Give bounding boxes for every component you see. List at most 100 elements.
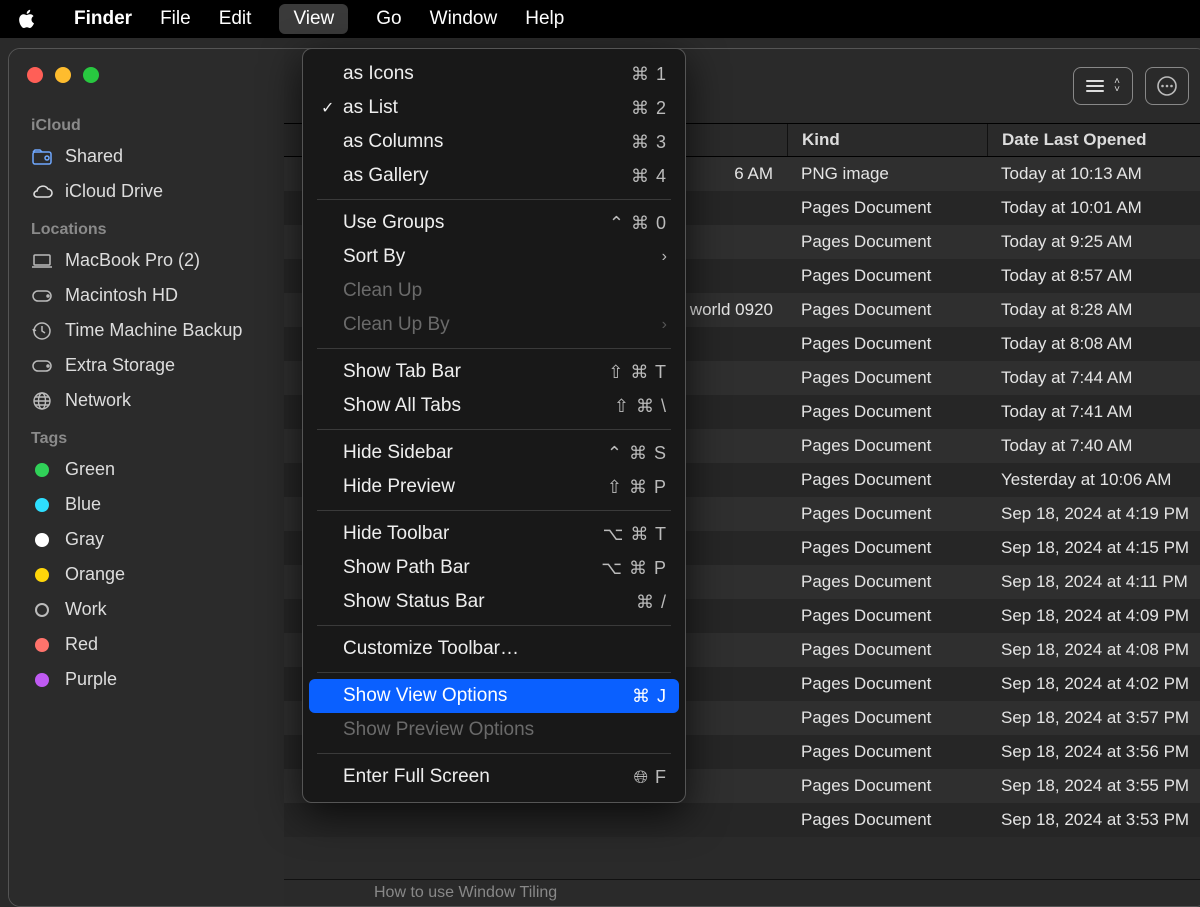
cell-kind: Pages Document [787,504,987,524]
sidebar-item-shared[interactable]: Shared [9,139,284,174]
menu-item-label: Customize Toolbar… [343,638,667,660]
cell-opened: Today at 9:25 AM [987,232,1200,252]
menu-item-label: as Gallery [343,165,631,187]
cell-opened: Today at 8:57 AM [987,266,1200,286]
more-button[interactable] [1145,67,1189,105]
cell-kind: Pages Document [787,470,987,490]
menu-item-show-tab-bar[interactable]: Show Tab Bar⇧ ⌘ T [303,355,685,389]
menu-shortcut: ⌘ 3 [631,132,667,153]
tag-dot-icon [31,568,53,582]
cell-opened: Sep 18, 2024 at 4:11 PM [987,572,1200,592]
sidebar-item-orange[interactable]: Orange [9,557,284,592]
menubar-item-window[interactable]: Window [430,8,498,30]
menu-item-show-status-bar[interactable]: Show Status Bar⌘ / [303,585,685,619]
sidebar-item-label: Orange [65,564,125,585]
partial-row: How to use Window Tiling [284,879,1200,906]
cell-opened: Today at 7:41 AM [987,402,1200,422]
window-controls [27,67,99,83]
sidebar: iCloudShared iCloud Drive Locations MacBook… [9,49,284,906]
sidebar-item-work[interactable]: Work [9,592,284,627]
sidebar-section-icloud: iCloud [9,105,284,139]
shared-folder-icon [31,149,53,165]
menu-item-customize-toolbar-[interactable]: Customize Toolbar… [303,632,685,666]
sidebar-item-blue[interactable]: Blue [9,487,284,522]
view-menu-dropdown: as Icons⌘ 1✓as List⌘ 2as Columns⌘ 3as Ga… [302,48,686,803]
zoom-button[interactable] [83,67,99,83]
menubar-item-file[interactable]: File [160,8,191,30]
sidebar-item-red[interactable]: Red [9,627,284,662]
menu-item-as-icons[interactable]: as Icons⌘ 1 [303,57,685,91]
menu-item-hide-sidebar[interactable]: Hide Sidebar⌃ ⌘ S [303,436,685,470]
menubar-item-finder[interactable]: Finder [74,8,132,30]
menu-item-label: Clean Up By [343,314,662,336]
sidebar-item-time-machine-backup[interactable]: Time Machine Backup [9,313,284,348]
cell-opened: Sep 18, 2024 at 4:08 PM [987,640,1200,660]
cell-kind: Pages Document [787,810,987,830]
menu-shortcut: ⌘ 2 [631,98,667,119]
sidebar-item-macintosh-hd[interactable]: Macintosh HD [9,278,284,313]
sidebar-item-icloud-drive[interactable]: iCloud Drive [9,174,284,209]
menu-item-sort-by[interactable]: Sort By› [303,240,685,274]
cell-opened: Sep 18, 2024 at 4:19 PM [987,504,1200,524]
column-header-opened[interactable]: Date Last Opened [987,124,1200,156]
list-icon [1086,80,1104,92]
menu-item-show-all-tabs[interactable]: Show All Tabs⇧ ⌘ \ [303,389,685,423]
menu-item-enter-full-screen[interactable]: Enter Full Screen🌐︎ F [303,760,685,794]
cell-kind: PNG image [787,164,987,184]
menu-item-label: Show Status Bar [343,591,636,613]
sidebar-item-green[interactable]: Green [9,452,284,487]
network-icon [31,391,53,411]
sidebar-item-extra-storage[interactable]: Extra Storage [9,348,284,383]
menu-item-show-path-bar[interactable]: Show Path Bar⌥ ⌘ P [303,551,685,585]
cell-kind: Pages Document [787,606,987,626]
close-button[interactable] [27,67,43,83]
chevron-right-icon: › [662,316,667,334]
sidebar-item-macbook-pro-2-[interactable]: MacBook Pro (2) [9,243,284,278]
cell-opened: Sep 18, 2024 at 3:56 PM [987,742,1200,762]
view-mode-button[interactable]: ˄˅ [1073,67,1133,105]
menu-item-hide-preview[interactable]: Hide Preview⇧ ⌘ P [303,470,685,504]
menu-item-hide-toolbar[interactable]: Hide Toolbar⌥ ⌘ T [303,517,685,551]
menubar-item-go[interactable]: Go [376,8,401,30]
table-row[interactable]: Pages DocumentSep 18, 2024 at 3:53 PM [284,803,1200,837]
sidebar-item-label: Red [65,634,98,655]
cell-kind: Pages Document [787,232,987,252]
menu-shortcut: ⌥ ⌘ T [603,524,667,545]
menu-item-label: Show Preview Options [343,719,667,741]
menu-item-show-view-options[interactable]: Show View Options⌘ J [309,679,679,713]
cell-opened: Today at 10:13 AM [987,164,1200,184]
sidebar-item-gray[interactable]: Gray [9,522,284,557]
sidebar-item-label: iCloud Drive [65,181,163,202]
sidebar-item-purple[interactable]: Purple [9,662,284,697]
menu-item-show-preview-options: Show Preview Options [303,713,685,747]
external-icon [31,359,53,373]
cell-kind: Pages Document [787,742,987,762]
tag-dot-icon [31,533,53,547]
menubar-item-view[interactable]: View [279,4,348,34]
tag-dot-icon [31,638,53,652]
column-header-kind[interactable]: Kind [787,124,987,156]
chevron-right-icon: › [662,248,667,266]
sidebar-item-network[interactable]: Network [9,383,284,418]
menu-item-use-groups[interactable]: Use Groups⌃ ⌘ 0 [303,206,685,240]
cell-kind: Pages Document [787,334,987,354]
menubar-item-help[interactable]: Help [525,8,564,30]
sidebar-item-label: MacBook Pro (2) [65,250,200,271]
cell-opened: Sep 18, 2024 at 4:02 PM [987,674,1200,694]
menu-item-label: Use Groups [343,212,609,234]
cell-opened: Sep 18, 2024 at 4:09 PM [987,606,1200,626]
menu-item-as-columns[interactable]: as Columns⌘ 3 [303,125,685,159]
menu-item-label: as Icons [343,63,631,85]
sidebar-section-locations: Locations [9,209,284,243]
menu-item-label: as List [343,97,631,119]
menu-item-as-gallery[interactable]: as Gallery⌘ 4 [303,159,685,193]
menubar-item-edit[interactable]: Edit [219,8,252,30]
tag-dot-icon [31,673,53,687]
apple-logo-icon[interactable] [18,9,36,29]
menu-shortcut: ⌥ ⌘ P [601,558,667,579]
cell-opened: Sep 18, 2024 at 4:15 PM [987,538,1200,558]
minimize-button[interactable] [55,67,71,83]
sidebar-item-label: Macintosh HD [65,285,178,306]
cell-kind: Pages Document [787,708,987,728]
menu-item-as-list[interactable]: ✓as List⌘ 2 [303,91,685,125]
